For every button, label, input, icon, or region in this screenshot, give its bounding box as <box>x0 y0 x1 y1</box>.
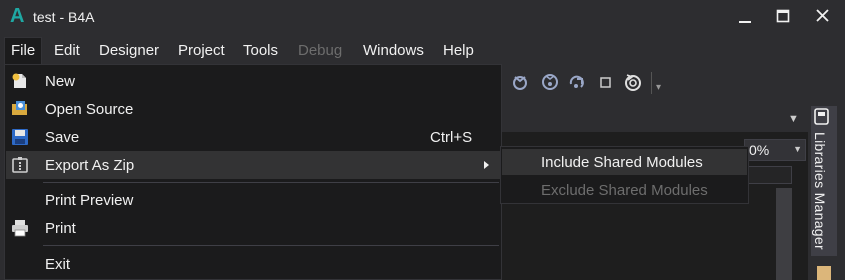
menu-item-exclude-shared-modules: Exclude Shared Modules <box>502 177 747 203</box>
tab-list-dropdown-icon[interactable]: ▼ <box>788 113 799 125</box>
menu-item-label: Open Source <box>45 101 134 118</box>
menu-item-print[interactable]: Print <box>6 214 500 242</box>
restart-icon[interactable] <box>623 72 643 92</box>
step-out-icon[interactable] <box>567 72 587 92</box>
stop-icon[interactable] <box>596 72 616 92</box>
menu-item-label: New <box>45 73 76 90</box>
document-tab-strip <box>502 110 808 132</box>
menu-tools[interactable]: Tools <box>237 37 284 65</box>
menu-item-export-as-zip[interactable]: Export As Zip <box>6 151 500 179</box>
libraries-icon <box>814 108 830 126</box>
menu-item-open-source[interactable]: Open Source <box>6 95 500 123</box>
editor-inner-box <box>744 166 792 184</box>
new-file-icon <box>11 72 29 90</box>
file-menu-dropdown: New Open Source Save Ctrl+S Export As Zi… <box>4 64 502 280</box>
menu-item-new[interactable]: New <box>6 67 500 95</box>
zoom-value: 0% <box>749 142 770 158</box>
menu-help[interactable]: Help <box>437 37 480 65</box>
menu-item-label: Save <box>45 129 80 146</box>
menu-bar: File Edit Designer Project Tools Debug W… <box>0 37 845 65</box>
folder-icon[interactable] <box>817 266 831 280</box>
chevron-down-icon: ▼ <box>793 144 802 154</box>
menu-separator <box>43 245 499 246</box>
toolbar-separator <box>651 72 652 94</box>
step-into-icon[interactable] <box>510 72 530 92</box>
menu-item-label: Exit <box>45 256 71 273</box>
printer-icon <box>11 219 29 237</box>
step-over-icon[interactable] <box>540 72 560 92</box>
menu-windows[interactable]: Windows <box>357 37 430 65</box>
shortcut-label: Ctrl+S <box>430 129 473 146</box>
open-source-icon <box>11 100 29 118</box>
toolbar-overflow-icon[interactable]: ▾ <box>656 82 661 93</box>
menu-edit[interactable]: Edit <box>48 37 86 65</box>
menu-item-include-shared-modules[interactable]: Include Shared Modules <box>502 149 747 175</box>
menu-project[interactable]: Project <box>172 37 231 65</box>
minimize-button[interactable] <box>728 4 762 30</box>
export-as-zip-submenu: Include Shared Modules Exclude Shared Mo… <box>500 146 749 204</box>
close-icon <box>816 9 829 22</box>
menu-separator <box>43 182 499 183</box>
libraries-manager-label: Libraries Manager <box>812 132 828 250</box>
title-bar: A test - B4A <box>0 0 845 34</box>
menu-file[interactable]: File <box>4 37 43 65</box>
b4a-logo-icon: A <box>10 5 25 27</box>
menu-item-label: Export As Zip <box>45 157 135 174</box>
zoom-combobox[interactable]: 0% ▼ <box>744 139 806 161</box>
menu-item-label: Print Preview <box>45 192 134 209</box>
maximize-button[interactable] <box>766 4 800 30</box>
menu-item-save[interactable]: Save Ctrl+S <box>6 123 500 151</box>
submenu-arrow-icon <box>484 161 489 169</box>
zip-icon <box>11 156 29 174</box>
menu-item-exit[interactable]: Exit <box>6 250 500 278</box>
menu-item-label: Include Shared Modules <box>541 154 703 171</box>
menu-item-label: Exclude Shared Modules <box>541 182 708 199</box>
save-icon <box>11 128 29 146</box>
menu-item-print-preview[interactable]: Print Preview <box>6 186 500 214</box>
close-button[interactable] <box>806 4 840 30</box>
vertical-scrollbar[interactable] <box>776 188 792 280</box>
window-title: test - B4A <box>33 9 95 25</box>
menu-designer[interactable]: Designer <box>93 37 165 65</box>
maximize-icon <box>776 9 790 23</box>
menu-debug: Debug <box>298 42 343 59</box>
minimize-icon <box>739 21 751 23</box>
menu-item-label: Print <box>45 220 76 237</box>
